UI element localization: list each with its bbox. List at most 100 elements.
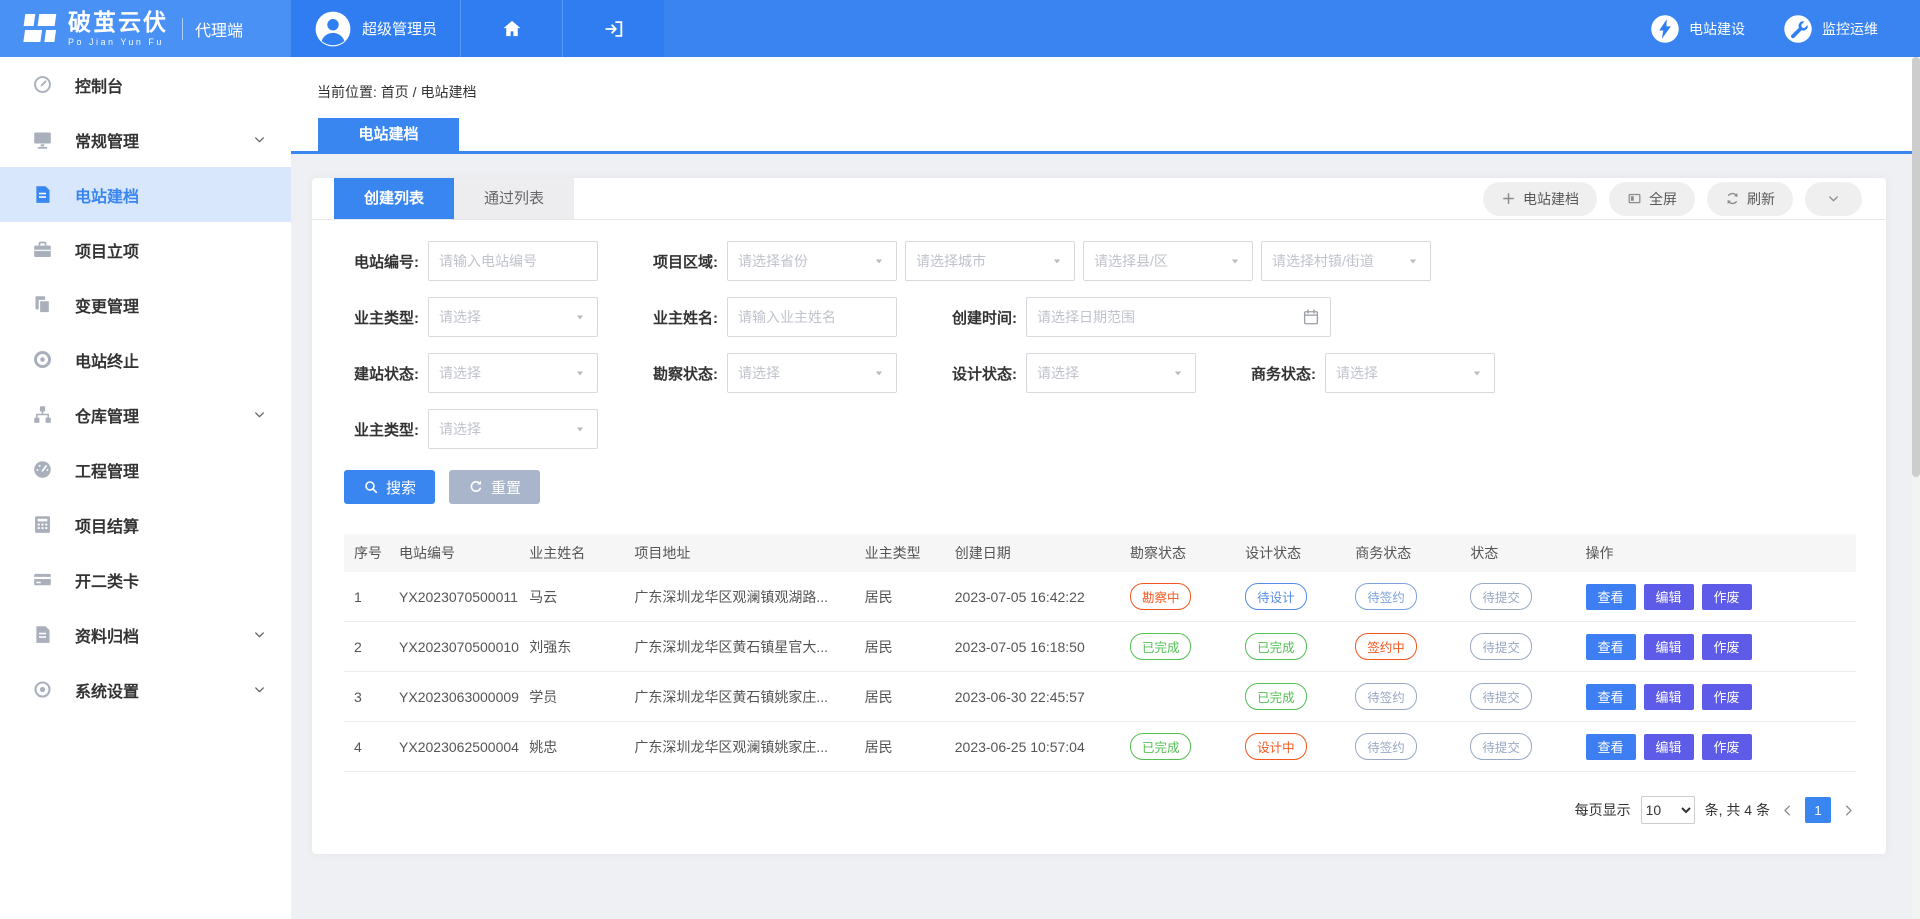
status-badge: 签约中 — [1355, 633, 1417, 660]
sidebar-item-second-class-card[interactable]: 开二类卡 — [0, 552, 291, 607]
sidebar-menu: 控制台常规管理电站建档项目立项变更管理电站终止仓库管理工程管理项目结算开二类卡资… — [0, 57, 291, 717]
chevron-right-icon[interactable] — [1841, 803, 1856, 818]
sidebar-item-change-management[interactable]: 变更管理 — [0, 277, 291, 332]
sidebar-item-console[interactable]: 控制台 — [0, 57, 291, 112]
logout-button[interactable] — [562, 0, 664, 57]
filter-group: 业主类型:请选择 — [344, 297, 598, 337]
date-placeholder: 请选择日期范围 — [1037, 307, 1302, 327]
void-button[interactable]: 作废 — [1702, 584, 1752, 610]
edit-button[interactable]: 编辑 — [1644, 634, 1694, 660]
login-arrow-icon — [603, 18, 625, 40]
panel-header: 创建列表 通过列表 电站建档全屏 刷新 — [312, 178, 1886, 220]
station-code-input[interactable] — [428, 241, 598, 281]
edit-button[interactable]: 编辑 — [1644, 584, 1694, 610]
owner-type-select[interactable]: 请选择 — [428, 297, 598, 337]
build-status-select[interactable]: 请选择 — [428, 353, 598, 393]
brand-subtitle: Po Jian Yun Fu — [68, 38, 168, 47]
design-status-select[interactable]: 请选择 — [1026, 353, 1196, 393]
filter-row: 电站编号:项目区域:请选择省份请选择城市请选择县/区请选择村镇/街道 — [344, 241, 1856, 281]
filter-group: 业主姓名: — [643, 297, 897, 337]
city-select[interactable]: 请选择城市 — [905, 241, 1075, 281]
monitor-icon — [32, 129, 53, 150]
search-button[interactable]: 搜索 — [344, 470, 435, 504]
project-address: 广东深圳龙华区观澜镇姚家庄... — [624, 722, 854, 772]
breadcrumb-path[interactable]: 首页 / 电站建档 — [381, 84, 477, 100]
owner-type-select-2[interactable]: 请选择 — [428, 409, 598, 449]
tab-passed-list[interactable]: 通过列表 — [454, 178, 574, 219]
divider — [182, 18, 183, 40]
owner-name-input[interactable] — [727, 297, 897, 337]
edit-button[interactable]: 编辑 — [1644, 684, 1694, 710]
edit-button[interactable]: 编辑 — [1644, 734, 1694, 760]
select-placeholder: 请选择 — [439, 363, 573, 383]
chevron-down-icon — [252, 627, 267, 642]
caret-down-icon — [872, 366, 886, 380]
dashboard-icon — [32, 74, 53, 95]
status-badge: 已完成 — [1130, 633, 1192, 660]
created-date-range-input[interactable]: 请选择日期范围 — [1026, 297, 1331, 337]
sidebar-item-data-archive[interactable]: 资料归档 — [0, 607, 291, 662]
scrollbar-thumb[interactable] — [1912, 57, 1920, 477]
status-badge: 已完成 — [1245, 633, 1307, 660]
more-button[interactable] — [1805, 182, 1862, 216]
page-number-button[interactable]: 1 — [1805, 797, 1831, 823]
sidebar-item-engineering-management[interactable]: 工程管理 — [0, 442, 291, 497]
province-select[interactable]: 请选择省份 — [727, 241, 897, 281]
filter-group: 建站状态:请选择 — [344, 353, 598, 393]
tab-create-list[interactable]: 创建列表 — [334, 178, 454, 219]
view-button[interactable]: 查看 — [1586, 584, 1636, 610]
owner-name: 刘强东 — [519, 622, 624, 672]
actions-cell: 查看编辑作废 — [1576, 722, 1856, 772]
business-status-select[interactable]: 请选择 — [1325, 353, 1495, 393]
caret-down-icon — [573, 310, 587, 324]
caret-down-icon — [1171, 366, 1185, 380]
page-header-section: 当前位置: 首页 / 电站建档 电站建档 — [291, 57, 1920, 154]
nav-station-build[interactable]: 电站建设 — [1650, 14, 1745, 44]
sidebar-item-station-termination[interactable]: 电站终止 — [0, 332, 291, 387]
column-header: 操作 — [1576, 534, 1856, 572]
page-scrollbar[interactable] — [1912, 57, 1920, 919]
survey-status-select[interactable]: 请选择 — [727, 353, 897, 393]
refresh-button[interactable]: 刷新 — [1707, 182, 1793, 216]
status-cell: 签约中 — [1345, 622, 1460, 672]
brand-text: 破茧云伏 Po Jian Yun Fu — [68, 11, 168, 47]
toolbar-button-label: 刷新 — [1747, 189, 1775, 209]
void-button[interactable]: 作废 — [1702, 734, 1752, 760]
sidebar-item-system-settings[interactable]: 系统设置 — [0, 662, 291, 717]
lightning-icon — [1650, 14, 1680, 44]
view-button[interactable]: 查看 — [1586, 734, 1636, 760]
filter-label: 创建时间: — [942, 307, 1017, 328]
village-select[interactable]: 请选择村镇/街道 — [1261, 241, 1431, 281]
page-tab-station-archive[interactable]: 电站建档 — [318, 118, 459, 151]
sidebar-item-project-initiation[interactable]: 项目立项 — [0, 222, 291, 277]
view-button[interactable]: 查看 — [1586, 684, 1636, 710]
per-page-label: 每页显示 — [1575, 800, 1631, 820]
district-select[interactable]: 请选择县/区 — [1083, 241, 1253, 281]
per-page-select[interactable]: 10 — [1641, 796, 1695, 824]
void-button[interactable]: 作废 — [1702, 634, 1752, 660]
column-header: 状态 — [1460, 534, 1575, 572]
owner-name: 学员 — [519, 672, 624, 722]
total-label: 条, 共 4 条 — [1705, 800, 1770, 820]
home-button[interactable] — [460, 0, 562, 57]
void-button[interactable]: 作废 — [1702, 684, 1752, 710]
sidebar-item-general-management[interactable]: 常规管理 — [0, 112, 291, 167]
actions-cell: 查看编辑作废 — [1576, 672, 1856, 722]
user-menu[interactable]: 超级管理员 — [291, 0, 460, 57]
created-date: 2023-06-25 10:57:04 — [945, 722, 1120, 772]
select-placeholder: 请选择村镇/街道 — [1272, 251, 1406, 271]
filter-label: 业主类型: — [344, 419, 419, 440]
sidebar-item-station-archive[interactable]: 电站建档 — [0, 167, 291, 222]
reset-button[interactable]: 重置 — [449, 470, 540, 504]
sidebar-item-project-settlement[interactable]: 项目结算 — [0, 497, 291, 552]
create-station-button[interactable]: 电站建档 — [1483, 182, 1597, 216]
chevron-left-icon[interactable] — [1780, 803, 1795, 818]
status-badge: 已完成 — [1245, 683, 1307, 710]
wrench-icon — [1783, 14, 1813, 44]
list-tabs: 创建列表 通过列表 — [334, 178, 574, 219]
chevron-down-icon — [1826, 191, 1841, 206]
fullscreen-button[interactable]: 全屏 — [1609, 182, 1695, 216]
nav-monitor-ops[interactable]: 监控运维 — [1783, 14, 1878, 44]
sidebar-item-warehouse-management[interactable]: 仓库管理 — [0, 387, 291, 442]
view-button[interactable]: 查看 — [1586, 634, 1636, 660]
